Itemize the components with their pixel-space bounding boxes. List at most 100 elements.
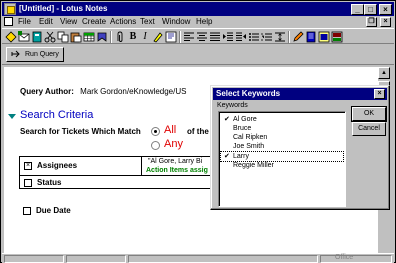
close-button[interactable]: ×: [379, 4, 392, 15]
document-restore-button[interactable]: ❐: [366, 17, 377, 27]
toolbar-separator: [179, 31, 181, 43]
bullet-list-icon[interactable]: [248, 31, 260, 43]
highlighter-icon[interactable]: [152, 31, 164, 43]
menu-text[interactable]: Text: [140, 17, 155, 26]
query-author-value: Mark Gordon/eKnowledge/US: [80, 87, 187, 96]
menu-view[interactable]: View: [60, 17, 77, 26]
status-label: Status: [37, 178, 62, 187]
keyword-item[interactable]: ✔ Al Gore: [221, 115, 343, 124]
align-full-icon[interactable]: [209, 31, 221, 43]
database-icon[interactable]: [331, 31, 343, 43]
run-query-label: Run Query: [25, 51, 59, 58]
dialog-title-bar: Select Keywords ×: [213, 88, 387, 100]
scroll-up-icon[interactable]: ▲: [378, 67, 390, 79]
section-expand-triangle-icon[interactable]: [8, 114, 16, 119]
lotus-notes-app-icon[interactable]: [4, 3, 16, 15]
keyword-label: Cal Ripken: [233, 134, 268, 141]
option-all-label[interactable]: All: [164, 124, 176, 136]
align-left-icon[interactable]: [183, 31, 195, 43]
maximize-button[interactable]: □: [364, 4, 377, 15]
view-image-icon[interactable]: [318, 31, 330, 43]
properties-icon[interactable]: [5, 31, 17, 43]
copy-icon[interactable]: [57, 31, 69, 43]
window-title: [Untitled] - Lotus Notes: [19, 4, 108, 13]
checkmark-icon: ✔: [224, 116, 230, 123]
cut-icon[interactable]: [44, 31, 56, 43]
toolbar-separator: [110, 31, 112, 43]
keywords-listbox[interactable]: ✔ Al Gore Bruce Cal Ripken Joe Smith ✔ L…: [218, 111, 346, 207]
column-divider: [141, 157, 142, 176]
minimize-button[interactable]: _: [351, 4, 364, 15]
status-segment[interactable]: [66, 255, 126, 263]
keywords-label: Keywords: [217, 102, 248, 109]
menu-window[interactable]: Window: [162, 17, 190, 26]
bookmark-icon[interactable]: [96, 31, 108, 43]
radio-any[interactable]: [151, 141, 160, 150]
of-the-label: of the: [187, 127, 209, 136]
keyword-item[interactable]: Joe Smith: [221, 142, 343, 151]
edit-pen-icon[interactable]: [292, 31, 304, 43]
status-checkbox[interactable]: [24, 179, 32, 187]
checkmark-icon: ✔: [224, 153, 230, 160]
dialog-close-button[interactable]: ×: [374, 89, 385, 99]
status-bar: Office: [2, 253, 394, 263]
assignees-value[interactable]: "Al Gore, Larry Bi: [148, 158, 202, 165]
attach-icon[interactable]: [31, 31, 43, 43]
keyword-item[interactable]: Cal Ripken: [221, 133, 343, 142]
criteria-table: × Assignees "Al Gore, Larry Bi Action It…: [19, 156, 220, 189]
assignees-row: × Assignees "Al Gore, Larry Bi Action It…: [20, 157, 220, 176]
status-location-segment[interactable]: [320, 255, 392, 263]
run-query-button[interactable]: Run Query: [6, 47, 64, 62]
send-mail-icon[interactable]: [18, 31, 30, 43]
status-segment[interactable]: [4, 255, 64, 263]
assignees-checkbox[interactable]: ×: [24, 162, 32, 170]
keyword-label: Reggie Miller: [233, 162, 274, 169]
action-bar: Run Query: [2, 45, 394, 65]
menu-file[interactable]: File: [18, 17, 31, 26]
italic-icon[interactable]: I: [139, 31, 151, 43]
status-location-text: Office: [335, 254, 354, 261]
paste-icon[interactable]: [70, 31, 82, 43]
outdent-icon[interactable]: [235, 31, 247, 43]
query-author-label: Query Author:: [20, 87, 74, 96]
keyword-item[interactable]: Bruce: [221, 124, 343, 133]
arrow-right-icon: [11, 49, 23, 63]
document-icon[interactable]: [4, 17, 13, 26]
query-author-line: Query Author: Mark Gordon/eKnowledge/US: [20, 87, 186, 96]
due-date-checkbox[interactable]: [23, 207, 31, 215]
spacing-icon[interactable]: [274, 31, 286, 43]
smarticon-toolbar: B I: [2, 28, 394, 44]
search-criteria-title[interactable]: Search Criteria: [20, 109, 93, 121]
select-keywords-dialog: Select Keywords × Keywords ✔ Al Gore Bru…: [210, 85, 390, 210]
table-icon[interactable]: [83, 31, 95, 43]
keyword-label: Larry: [233, 153, 249, 160]
keyword-label: Bruce: [233, 125, 252, 132]
menu-create[interactable]: Create: [82, 17, 106, 26]
toolbar-separator: [288, 31, 290, 43]
menu-actions[interactable]: Actions: [110, 17, 136, 26]
status-message-area: [128, 255, 318, 263]
numbered-list-icon[interactable]: [261, 31, 273, 43]
due-date-label: Due Date: [36, 206, 71, 215]
match-label: Search for Tickets Which Match: [20, 127, 141, 136]
menu-edit[interactable]: Edit: [39, 17, 53, 26]
ok-button[interactable]: OK: [351, 106, 387, 122]
keyword-label: Joe Smith: [233, 143, 265, 150]
document-blue-icon[interactable]: [305, 31, 317, 43]
keyword-item[interactable]: ✔ Larry: [220, 151, 344, 162]
radio-all[interactable]: [151, 127, 160, 136]
attachment-paperclip-icon[interactable]: [114, 31, 126, 43]
bold-icon[interactable]: B: [127, 31, 139, 43]
align-center-icon[interactable]: [196, 31, 208, 43]
document-close-button[interactable]: ×: [380, 17, 391, 27]
menu-help[interactable]: Help: [196, 17, 212, 26]
cancel-button[interactable]: Cancel: [352, 122, 386, 136]
keyword-label: Al Gore: [233, 116, 257, 123]
assignees-help-text: Action Items assig: [146, 167, 208, 174]
keyword-item[interactable]: Reggie Miller: [221, 161, 343, 170]
text-color-icon[interactable]: [165, 31, 177, 43]
dialog-title: Select Keywords: [216, 89, 281, 98]
option-any-label[interactable]: Any: [164, 138, 183, 150]
menu-bar: File Edit View Create Actions Text Windo…: [2, 16, 394, 28]
indent-icon[interactable]: [222, 31, 234, 43]
